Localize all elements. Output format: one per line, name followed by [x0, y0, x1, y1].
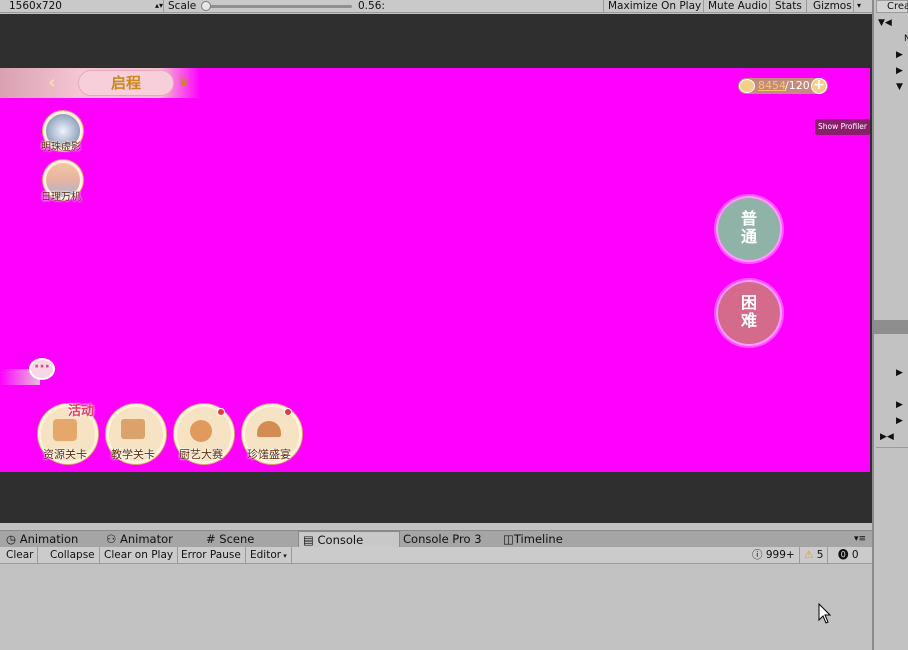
hierarchy-row[interactable]: ▶: [874, 366, 908, 380]
scale-label: Scale: [168, 0, 197, 12]
left-item-label-2: 日理万机: [41, 192, 81, 203]
editor-dropdown[interactable]: Editor ▾: [246, 547, 292, 564]
scale-value: 0.56:: [358, 0, 385, 12]
hard-mode-label: 困难: [740, 293, 757, 330]
warning-filter-toggle[interactable]: ⚠ 5: [800, 547, 829, 564]
show-profiler-button[interactable]: Show Profiler: [815, 119, 870, 135]
scene-grid-icon: #: [206, 532, 220, 546]
scene-root-row-2[interactable]: ▶◀: [874, 430, 908, 444]
activity-tag: 活动: [68, 404, 95, 419]
tab-timeline[interactable]: ◫Timeline: [499, 531, 563, 548]
bottom-button-label-3: 厨艺大赛: [179, 448, 223, 461]
cooking-contest-icon: [190, 420, 212, 442]
scale-slider-thumb[interactable]: [201, 1, 211, 11]
unity-scene-icon: ▼◀: [878, 18, 892, 28]
bottom-button-label-4: 珍馐盛宴: [247, 448, 291, 461]
gizmos-dropdown-icon[interactable]: ▾: [857, 0, 861, 13]
tab-label: Timeline: [513, 532, 563, 546]
hierarchy-row[interactable]: N: [874, 32, 908, 46]
tab-label: Animation: [19, 532, 79, 546]
clear-on-play-button[interactable]: Clear on Play: [100, 547, 179, 564]
dropdown-arrow-icon: ▾: [281, 552, 287, 560]
game-canvas[interactable]: ‹ 启程 ♛ 8454 /120 + Show Profiler 明珠虚影 日理…: [0, 68, 870, 472]
create-button[interactable]: Crea: [876, 0, 908, 13]
error-pause-button[interactable]: Error Pause: [177, 547, 246, 564]
console-log-area[interactable]: [0, 565, 872, 650]
hierarchy-row[interactable]: ▶: [874, 414, 908, 428]
expand-arrow-icon: ▶: [896, 50, 903, 60]
bottom-button-label-2: 教学关卡: [111, 448, 155, 461]
crown-icon: ♛: [178, 75, 190, 90]
game-view-toolbar: 1560x720 ▴▾ Scale 0.56: Maximize On Play…: [0, 0, 872, 13]
expand-arrow-icon: ▶: [896, 368, 903, 378]
notification-dot: [284, 408, 292, 416]
dropdown-arrow-icon: ▴▾: [155, 1, 164, 10]
log-count: 999+: [765, 549, 795, 561]
hierarchy-row[interactable]: ▼: [874, 80, 908, 94]
normal-mode-label: 普通: [740, 209, 757, 246]
expand-arrow-icon: ▶: [896, 66, 903, 76]
bottom-tab-bar: ◷ Animation ⚇ Animator # Scene ▤ Console…: [0, 530, 872, 549]
bottom-button-label-1: 资源关卡: [43, 448, 87, 461]
animator-icon: ⚇: [106, 532, 120, 546]
mouse-cursor-icon: [818, 603, 832, 624]
hierarchy-panel: Crea ▼◀ N ▶ ▶ ▼ ▶ ▶ ▶ ▶◀: [872, 0, 908, 650]
timeline-icon: ◫: [503, 532, 514, 546]
error-icon: ⓿: [838, 549, 849, 561]
divider: [876, 447, 908, 448]
log-filter-toggle[interactable]: ⓘ 999+: [748, 547, 800, 564]
left-item-label-1: 明珠虚影: [41, 142, 81, 153]
console-icon: ▤: [303, 533, 318, 547]
console-toolbar: Clear Collapse Clear on Play Error Pause…: [0, 547, 872, 564]
error-count: 0: [851, 549, 859, 561]
hard-mode-button[interactable]: 困难: [718, 282, 780, 344]
gizmos-toggle[interactable]: Gizmos: [813, 0, 852, 13]
back-arrow-icon[interactable]: ‹: [40, 72, 64, 94]
mute-audio-toggle[interactable]: Mute Audio: [708, 0, 767, 13]
currency-value: 8454: [758, 79, 786, 92]
warning-icon: ⚠: [804, 549, 814, 561]
panel-menu-icon[interactable]: ▾≡: [850, 531, 866, 548]
scene-root-row[interactable]: ▼◀: [874, 16, 908, 30]
resolution-dropdown[interactable]: 1560x720: [9, 0, 62, 13]
normal-mode-button[interactable]: 普通: [718, 198, 780, 260]
unity-scene-icon: ▶◀: [880, 432, 894, 442]
hierarchy-row[interactable]: ▶: [874, 398, 908, 412]
expand-arrow-icon: ▶: [896, 416, 903, 426]
notification-dot: [217, 408, 225, 416]
add-currency-icon[interactable]: +: [811, 78, 827, 94]
collapse-button[interactable]: Collapse: [46, 547, 100, 564]
tab-label: Animator: [119, 532, 173, 546]
book-icon: [121, 419, 145, 439]
clear-button[interactable]: Clear: [2, 547, 39, 564]
stats-toggle[interactable]: Stats: [775, 0, 802, 13]
tab-animator[interactable]: ⚇ Animator: [102, 531, 173, 548]
scale-slider-track[interactable]: [204, 5, 352, 8]
animation-icon: ◷: [6, 532, 20, 546]
tab-console-pro[interactable]: Console Pro 3: [399, 531, 482, 548]
tab-label: Console: [317, 533, 364, 547]
cloche-icon: [257, 421, 281, 437]
chat-bubble-icon[interactable]: ···: [29, 358, 55, 380]
selected-hierarchy-row[interactable]: [874, 320, 908, 334]
resource-stage-icon: [53, 419, 77, 441]
tab-label: Scene: [219, 532, 255, 546]
warning-count: 5: [816, 549, 824, 561]
info-icon: ⓘ: [752, 549, 763, 561]
error-filter-toggle[interactable]: ⓿ 0: [834, 547, 863, 564]
header-title: 启程: [110, 74, 141, 92]
currency-max: /120: [785, 79, 810, 92]
hierarchy-row[interactable]: ▶: [874, 64, 908, 78]
tab-label: Console Pro 3: [403, 532, 482, 546]
hierarchy-row[interactable]: ▶: [874, 48, 908, 62]
collapse-arrow-icon: ▼: [896, 82, 903, 92]
coin-icon: [739, 79, 755, 93]
editor-label: Editor: [250, 549, 282, 561]
tab-scene[interactable]: # Scene: [202, 531, 254, 548]
tab-animation[interactable]: ◷ Animation: [2, 531, 78, 548]
maximize-on-play-toggle[interactable]: Maximize On Play: [608, 0, 701, 13]
expand-arrow-icon: ▶: [896, 400, 903, 410]
